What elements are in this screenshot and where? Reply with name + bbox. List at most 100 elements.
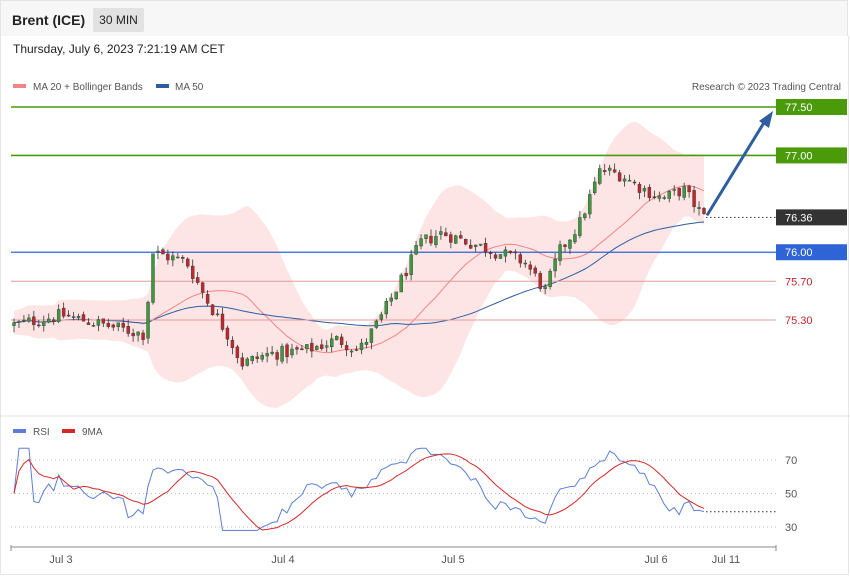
candle-up <box>176 256 180 259</box>
candle-down <box>464 239 468 245</box>
candle-up <box>409 254 413 275</box>
candle-up <box>568 239 572 249</box>
candle-up <box>478 243 483 246</box>
candle-up <box>523 262 527 265</box>
time-tick-label: Jul 11 <box>712 554 741 566</box>
candle-up <box>156 250 160 253</box>
forecast-arrow <box>705 111 773 217</box>
candle-down <box>181 257 185 259</box>
candle-down <box>518 254 523 264</box>
candle-up <box>315 346 319 350</box>
candle-down <box>52 319 56 322</box>
candle-up <box>260 355 264 360</box>
candle-up <box>116 322 120 328</box>
candle-down <box>186 258 190 267</box>
minor-level-label-4: 75.70 <box>785 276 813 288</box>
candle-up <box>473 244 478 247</box>
candle-up <box>578 217 582 236</box>
candle-up <box>543 286 547 289</box>
candle-down <box>121 322 125 328</box>
candle-down <box>538 272 542 289</box>
candle-down <box>111 324 115 328</box>
candle-up <box>305 344 309 350</box>
candle-down <box>126 326 130 334</box>
candle-down <box>86 322 91 325</box>
candle-up <box>27 317 31 322</box>
candle-up <box>454 235 458 244</box>
candle-up <box>354 349 359 351</box>
candle-up <box>280 346 284 362</box>
candle-down <box>37 324 41 327</box>
candle-down <box>320 344 324 349</box>
candle-up <box>553 258 557 272</box>
candle-down <box>702 207 706 214</box>
candle-down <box>677 188 681 197</box>
candle-up <box>384 301 389 315</box>
candle-down <box>285 344 289 358</box>
candle-up <box>329 338 334 348</box>
candle-down <box>632 181 637 184</box>
candle-up <box>434 236 438 246</box>
time-axis: Jul 3 Jul 4 Jul 5 Jul 6 Jul 11 <box>10 545 777 566</box>
candle-down <box>141 332 145 340</box>
candle-up <box>245 358 250 366</box>
candle-down <box>61 307 66 317</box>
candle-up <box>42 321 46 326</box>
candle-down <box>513 251 518 254</box>
candle-down <box>220 313 225 330</box>
resistance-label-0: 77.50 <box>785 102 813 114</box>
candle-up <box>146 301 150 339</box>
candle-down <box>488 252 493 255</box>
time-tick-label: Jul 5 <box>441 554 464 566</box>
rsi-tick-70: 70 <box>785 455 797 467</box>
candle-up <box>136 331 140 336</box>
candle-up <box>369 328 374 343</box>
candle-up <box>349 350 354 353</box>
candle-up <box>548 270 552 287</box>
candle-up <box>151 253 155 303</box>
candle-up <box>334 336 339 341</box>
candle-up <box>12 322 16 326</box>
candle-down <box>647 186 652 199</box>
candle-up <box>359 342 364 351</box>
candle-down <box>161 249 165 255</box>
candle-up <box>662 197 666 199</box>
current-price-label: 76.36 <box>785 212 813 224</box>
candle-down <box>692 190 696 208</box>
candle-down <box>429 235 433 244</box>
candle-down <box>166 253 170 261</box>
bollinger-bands <box>14 121 704 408</box>
candle-down <box>603 170 607 172</box>
candle-up <box>622 178 627 182</box>
candle-up <box>71 316 76 318</box>
candle-up <box>583 213 587 219</box>
candle-down <box>225 327 230 340</box>
candle-down <box>131 333 135 337</box>
candle-down <box>652 196 657 198</box>
bollinger-band-area <box>14 121 704 408</box>
candle-down <box>300 348 304 351</box>
legend-rsi-label: RSI <box>33 427 50 438</box>
candle-down <box>205 294 210 304</box>
rsi-line <box>13 447 705 531</box>
candle-down <box>483 243 488 253</box>
candle-up <box>697 207 701 209</box>
candle-up <box>290 348 294 356</box>
candle-down <box>235 346 240 359</box>
candle-up <box>270 351 274 354</box>
candle-down <box>81 314 86 322</box>
candle-up <box>325 345 329 348</box>
minor-level-label-5: 75.30 <box>785 315 813 327</box>
candle-up <box>498 254 503 259</box>
candle-down <box>295 347 299 350</box>
candle-down <box>339 336 344 345</box>
candle-up <box>439 231 443 235</box>
candle-up <box>424 234 428 239</box>
candle-up <box>47 318 51 323</box>
candle-down <box>533 267 537 274</box>
candle-down <box>612 169 617 173</box>
legend-rsi-swatch <box>13 429 26 433</box>
rsi-tick-30: 30 <box>785 522 797 534</box>
legend-ma20-label: MA 20 + Bollinger Bands <box>33 82 143 93</box>
candle-down <box>687 185 691 193</box>
